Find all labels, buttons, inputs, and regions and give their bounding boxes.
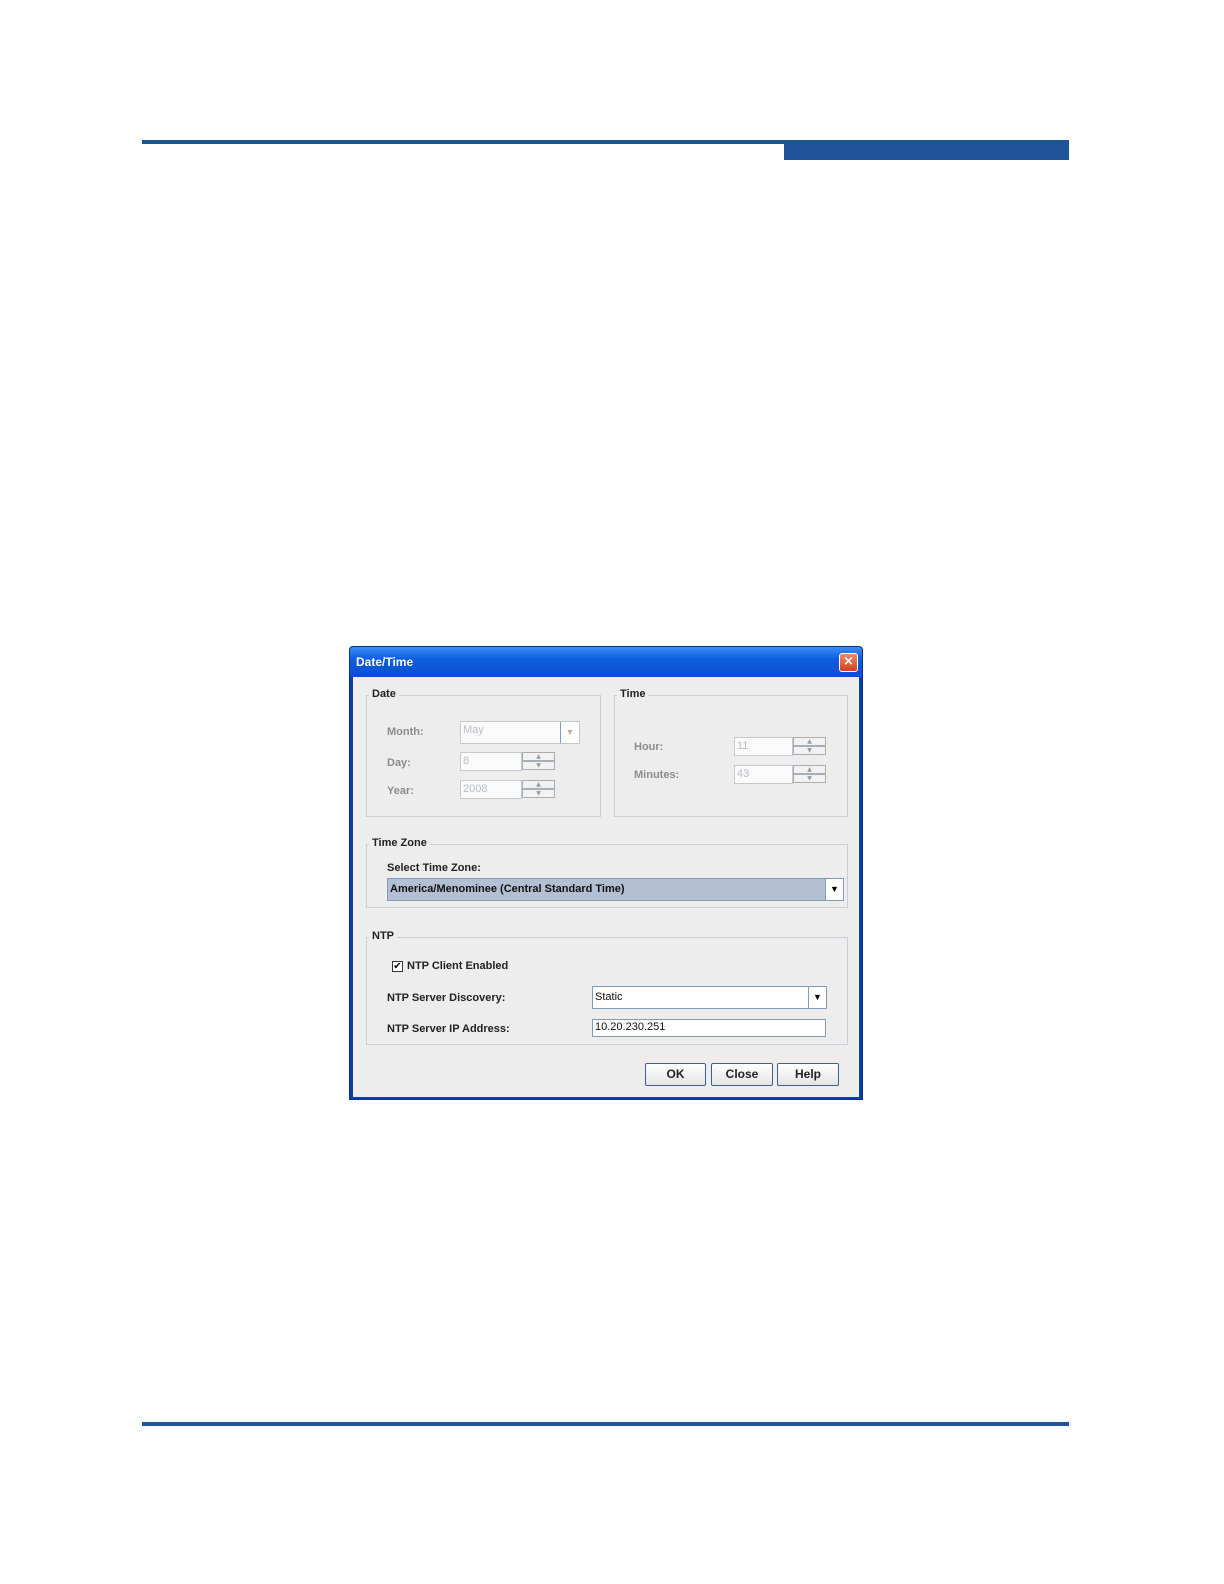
year-input[interactable]: 2008 xyxy=(460,780,522,799)
year-label: Year: xyxy=(387,785,414,797)
day-value: 8 xyxy=(463,755,470,767)
select-timezone-label: Select Time Zone: xyxy=(387,862,481,874)
spin-up-icon[interactable]: ▲ xyxy=(522,780,555,789)
time-group: Time Hour: 11 ▲ ▼ Minutes: 43 ▲ ▼ xyxy=(614,688,848,817)
ntp-discovery-label: NTP Server Discovery: xyxy=(387,992,506,1004)
month-value: May xyxy=(463,724,484,736)
minutes-label: Minutes: xyxy=(634,769,680,781)
time-legend: Time xyxy=(617,688,649,700)
ntp-ip-input[interactable]: 10.20.230.251 xyxy=(592,1019,826,1037)
day-input[interactable]: 8 xyxy=(460,752,522,771)
date-group: Date Month: May ▼ Day: 8 ▲ ▼ Year: 2008 … xyxy=(366,688,601,817)
timezone-group: Time Zone Select Time Zone: America/Meno… xyxy=(366,837,848,908)
chevron-down-icon[interactable]: ▼ xyxy=(560,722,579,743)
ntp-legend: NTP xyxy=(369,930,397,942)
chevron-down-icon[interactable]: ▼ xyxy=(825,879,843,900)
header-tab-bar xyxy=(784,140,1069,160)
date-legend: Date xyxy=(369,688,399,700)
dialog-titlebar[interactable]: Date/Time × xyxy=(350,647,862,677)
spin-up-icon[interactable]: ▲ xyxy=(793,737,826,746)
minutes-input[interactable]: 43 xyxy=(734,765,793,784)
chevron-down-icon[interactable]: ▼ xyxy=(808,987,826,1008)
timezone-select[interactable]: America/Menominee (Central Standard Time… xyxy=(387,878,844,901)
hour-spinner[interactable]: ▲ ▼ xyxy=(793,737,826,755)
ntp-discovery-value: Static xyxy=(595,991,623,1003)
spin-down-icon[interactable]: ▼ xyxy=(793,774,826,783)
spin-down-icon[interactable]: ▼ xyxy=(793,746,826,755)
spin-up-icon[interactable]: ▲ xyxy=(522,752,555,761)
spin-up-icon[interactable]: ▲ xyxy=(793,765,826,774)
hour-label: Hour: xyxy=(634,741,664,753)
spin-down-icon[interactable]: ▼ xyxy=(522,761,555,770)
day-label: Day: xyxy=(387,757,411,769)
ok-button[interactable]: OK xyxy=(645,1063,706,1086)
timezone-legend: Time Zone xyxy=(369,837,430,849)
date-time-dialog: Date/Time × Date Month: May ▼ Day: 8 ▲ ▼… xyxy=(349,646,863,1100)
day-spinner[interactable]: ▲ ▼ xyxy=(522,752,555,770)
close-icon[interactable]: × xyxy=(839,653,858,672)
ntp-client-enabled-label[interactable]: NTP Client Enabled xyxy=(407,960,508,972)
month-label: Month: xyxy=(387,726,424,738)
ntp-ip-label: NTP Server IP Address: xyxy=(387,1023,510,1035)
hour-value: 11 xyxy=(737,740,749,752)
dialog-body: Date Month: May ▼ Day: 8 ▲ ▼ Year: 2008 … xyxy=(353,677,859,1097)
minutes-value: 43 xyxy=(737,768,750,780)
timezone-value: America/Menominee (Central Standard Time… xyxy=(390,883,625,895)
dialog-title: Date/Time xyxy=(356,655,414,669)
help-button[interactable]: Help xyxy=(777,1063,839,1086)
month-select[interactable]: May ▼ xyxy=(460,721,580,744)
ntp-group: NTP ✔ NTP Client Enabled NTP Server Disc… xyxy=(366,930,848,1045)
hour-input[interactable]: 11 xyxy=(734,737,793,756)
year-spinner[interactable]: ▲ ▼ xyxy=(522,780,555,798)
footer-rule xyxy=(142,1422,1069,1426)
ntp-discovery-select[interactable]: Static ▼ xyxy=(592,986,827,1009)
year-value: 2008 xyxy=(463,783,488,795)
spin-down-icon[interactable]: ▼ xyxy=(522,789,555,798)
minutes-spinner[interactable]: ▲ ▼ xyxy=(793,765,826,783)
ntp-ip-value: 10.20.230.251 xyxy=(595,1021,666,1033)
close-button[interactable]: Close xyxy=(711,1063,773,1086)
ntp-client-checkbox[interactable]: ✔ xyxy=(392,961,403,972)
